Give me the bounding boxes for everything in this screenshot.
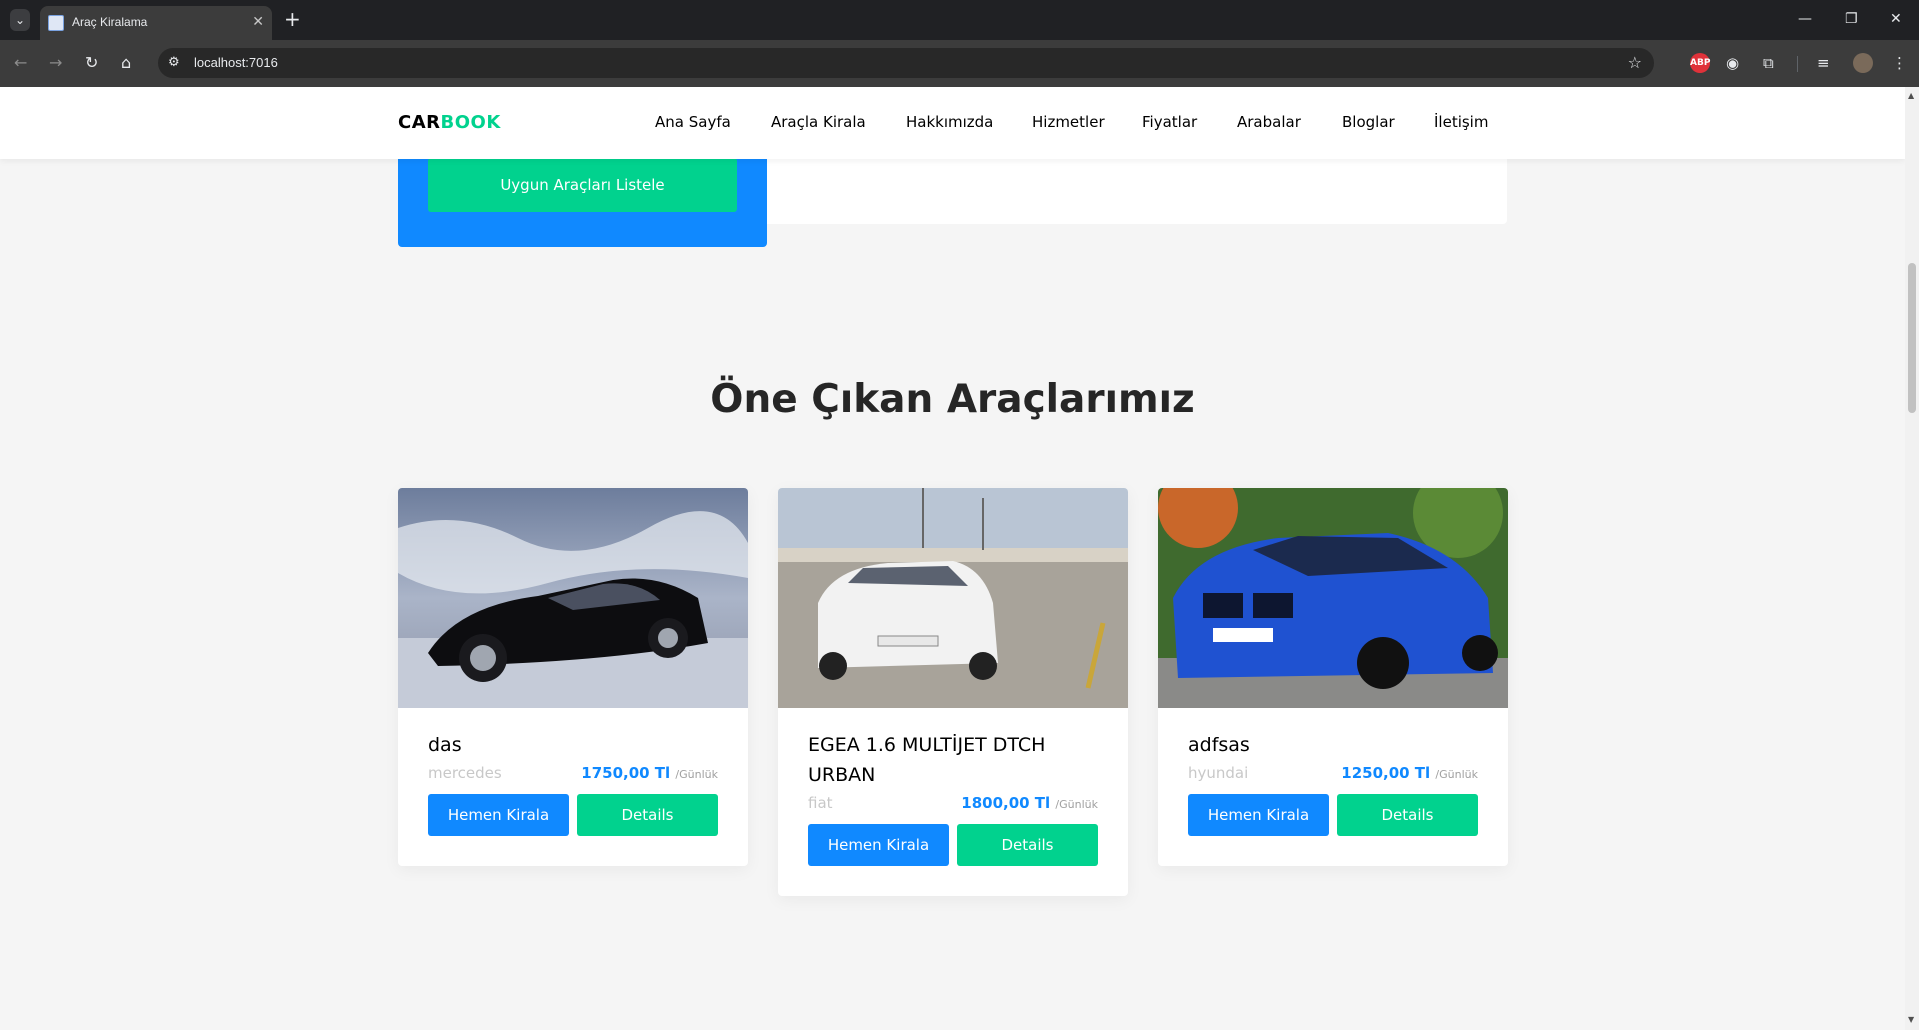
nav-link-about[interactable]: Hakkımızda bbox=[906, 113, 993, 131]
scroll-thumb[interactable] bbox=[1908, 263, 1916, 413]
price-period: /Günlük bbox=[675, 768, 718, 781]
browser-tab[interactable]: Araç Kiralama ✕ bbox=[40, 6, 272, 40]
scroll-up-icon[interactable]: ▲ bbox=[1908, 91, 1914, 100]
site-navbar: CARBOOK Ana Sayfa Araçla Kirala Hakkımız… bbox=[0, 87, 1905, 159]
scroll-down-icon[interactable]: ▼ bbox=[1908, 1015, 1914, 1024]
page-scrollbar[interactable]: ▲ ▼ bbox=[1905, 87, 1919, 1030]
browser-toolbar: ← → ↻ ⌂ ⚙ localhost:7016 ☆ ABP ◉ ⧉ ≡ ⋮ bbox=[0, 40, 1919, 87]
nav-link-rent[interactable]: Araçla Kirala bbox=[771, 113, 866, 131]
restore-icon[interactable]: ❐ bbox=[1845, 8, 1858, 30]
car-name: das bbox=[428, 734, 462, 756]
reading-list-icon[interactable]: ≡ bbox=[1817, 53, 1830, 73]
nav-link-home[interactable]: Ana Sayfa bbox=[655, 113, 731, 131]
address-bar[interactable]: ⚙ localhost:7016 ☆ bbox=[158, 48, 1654, 78]
site-info-icon[interactable]: ⚙ bbox=[168, 54, 180, 72]
rent-now-button[interactable]: Hemen Kirala bbox=[1188, 794, 1329, 836]
window-close-icon[interactable]: ✕ bbox=[1890, 8, 1902, 30]
details-button[interactable]: Details bbox=[1337, 794, 1478, 836]
logo-part-car: CAR bbox=[398, 112, 441, 133]
car-image[interactable] bbox=[398, 488, 748, 708]
profile-avatar[interactable] bbox=[1853, 53, 1873, 73]
back-icon[interactable]: ← bbox=[14, 53, 27, 73]
camera-extension-icon[interactable]: ◉ bbox=[1726, 53, 1739, 73]
car-brand: hyundai bbox=[1188, 764, 1249, 782]
nav-link-blogs[interactable]: Bloglar bbox=[1342, 113, 1395, 131]
details-button[interactable]: Details bbox=[957, 824, 1098, 866]
home-icon[interactable]: ⌂ bbox=[121, 53, 131, 73]
tab-list-button[interactable]: ⌄ bbox=[10, 9, 30, 31]
nav-link-services[interactable]: Hizmetler bbox=[1032, 113, 1105, 131]
car-image[interactable] bbox=[778, 488, 1128, 708]
site-logo[interactable]: CARBOOK bbox=[398, 112, 501, 133]
car-image[interactable] bbox=[1158, 488, 1508, 708]
page-viewport: Uygun Araçları Listele CARBOOK Ana Sayfa… bbox=[0, 87, 1905, 1030]
car-name: adfsas bbox=[1188, 734, 1250, 756]
details-button[interactable]: Details bbox=[577, 794, 718, 836]
car-price: 1800,00 Tl /Günlük bbox=[961, 794, 1098, 812]
car-brand: fiat bbox=[808, 794, 833, 812]
new-tab-button[interactable]: + bbox=[284, 8, 301, 30]
extensions-puzzle-icon[interactable]: ⧉ bbox=[1763, 53, 1774, 73]
nav-link-contact[interactable]: İletişim bbox=[1434, 113, 1488, 131]
car-brand: mercedes bbox=[428, 764, 502, 782]
nav-link-pricing[interactable]: Fiyatlar bbox=[1142, 113, 1197, 131]
nav-link-cars[interactable]: Arabalar bbox=[1237, 113, 1301, 131]
car-name: EGEA 1.6 MULTİJET DTCH URBAN bbox=[808, 734, 1046, 786]
car-card: das mercedes 1750,00 Tl /Günlük Hemen Ki… bbox=[398, 488, 748, 866]
car-price: 1750,00 Tl /Günlük bbox=[581, 764, 718, 782]
price-value: 1800,00 Tl bbox=[961, 794, 1051, 812]
page-favicon-icon bbox=[48, 15, 64, 31]
toolbar-divider bbox=[1797, 56, 1798, 72]
price-period: /Günlük bbox=[1435, 768, 1478, 781]
tab-title: Araç Kiralama bbox=[72, 15, 148, 29]
bookmark-star-icon[interactable]: ☆ bbox=[1628, 53, 1642, 73]
minimize-icon[interactable]: — bbox=[1798, 8, 1812, 30]
url-text[interactable]: localhost:7016 bbox=[194, 55, 278, 70]
close-tab-icon[interactable]: ✕ bbox=[252, 13, 264, 31]
rent-now-button[interactable]: Hemen Kirala bbox=[428, 794, 569, 836]
reload-icon[interactable]: ↻ bbox=[85, 53, 98, 73]
price-value: 1750,00 Tl bbox=[581, 764, 671, 782]
list-available-cars-button[interactable]: Uygun Araçları Listele bbox=[428, 158, 737, 212]
featured-cars-title: Öne Çıkan Araçlarımız bbox=[710, 377, 1195, 422]
logo-part-book: BOOK bbox=[440, 112, 501, 133]
car-card: adfsas hyundai 1250,00 Tl /Günlük Hemen … bbox=[1158, 488, 1508, 866]
car-price: 1250,00 Tl /Günlük bbox=[1341, 764, 1478, 782]
browser-tabbar: ⌄ Araç Kiralama ✕ + — ❐ ✕ bbox=[0, 0, 1919, 40]
price-period: /Günlük bbox=[1055, 798, 1098, 811]
adblock-extension-icon[interactable]: ABP bbox=[1690, 53, 1710, 73]
menu-kebab-icon[interactable]: ⋮ bbox=[1892, 53, 1907, 73]
forward-icon[interactable]: → bbox=[49, 53, 62, 73]
car-card: EGEA 1.6 MULTİJET DTCH URBAN fiat 1800,0… bbox=[778, 488, 1128, 896]
price-value: 1250,00 Tl bbox=[1341, 764, 1431, 782]
rent-now-button[interactable]: Hemen Kirala bbox=[808, 824, 949, 866]
